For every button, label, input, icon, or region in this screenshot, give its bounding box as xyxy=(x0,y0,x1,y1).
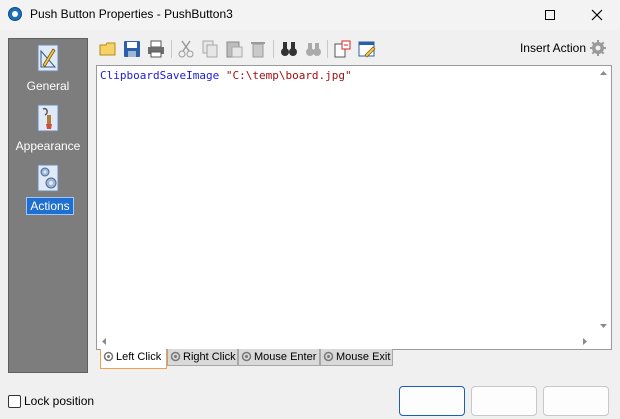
paintbrush-icon xyxy=(37,104,59,132)
close-icon xyxy=(591,9,603,21)
sidebar-item-general[interactable]: General xyxy=(9,43,87,99)
title-bar: Push Button Properties - PushButton3 xyxy=(0,0,620,30)
action-keyword: ClipboardSaveImage xyxy=(100,69,220,82)
gear-icon xyxy=(170,351,181,362)
tab-label: Mouse Enter xyxy=(254,351,317,363)
checkbox-box[interactable] xyxy=(8,395,21,408)
ok-button[interactable] xyxy=(399,386,465,416)
save-icon[interactable] xyxy=(122,39,142,59)
gear-icon xyxy=(241,351,252,362)
sidebar-item-appearance[interactable]: Appearance xyxy=(9,103,87,159)
insert-action-button[interactable]: Insert Action xyxy=(520,41,586,55)
tab-left-click[interactable]: Left Click xyxy=(100,349,167,369)
toolbar-separator xyxy=(327,40,328,58)
horizontal-scrollbar[interactable] xyxy=(97,334,596,349)
event-tabs: Left Click Right Click Mouse Enter Mouse… xyxy=(100,349,420,369)
delete-icon[interactable] xyxy=(248,39,268,59)
vertical-scrollbar[interactable] xyxy=(596,66,611,334)
cancel-button[interactable] xyxy=(471,386,537,416)
app-icon xyxy=(8,7,22,21)
pencil-ruler-icon xyxy=(37,44,59,72)
tab-label: Left Click xyxy=(116,351,162,363)
open-folder-icon[interactable] xyxy=(98,39,118,59)
sidebar-item-label: Actions xyxy=(26,197,74,215)
toolbar-separator xyxy=(171,40,172,58)
toolbar-separator xyxy=(273,40,274,58)
paste-icon[interactable] xyxy=(224,39,244,59)
action-argument: "C:\temp\board.jpg" xyxy=(225,69,352,82)
tab-label: Right Click xyxy=(183,351,236,363)
gears-icon xyxy=(37,164,59,192)
tab-mouse-enter[interactable]: Mouse Enter xyxy=(238,349,320,366)
window-title: Push Button Properties - PushButton3 xyxy=(30,7,233,21)
copy-icon[interactable] xyxy=(200,39,220,59)
cut-icon[interactable] xyxy=(176,39,196,59)
gear-icon xyxy=(103,351,114,362)
script-line: ClipboardSaveImage "C:\temp\board.jpg" xyxy=(100,69,352,82)
tab-mouse-exit[interactable]: Mouse Exit xyxy=(320,349,393,366)
tab-label: Mouse Exit xyxy=(336,351,391,363)
sidebar-item-label: General xyxy=(26,79,70,93)
tab-right-click[interactable]: Right Click xyxy=(167,349,238,366)
print-icon[interactable] xyxy=(146,39,166,59)
replace-icon[interactable] xyxy=(303,39,323,59)
edit-icon[interactable] xyxy=(357,39,377,59)
gear-icon xyxy=(323,351,334,362)
sidebar: General Appearance Actions xyxy=(8,38,88,373)
sidebar-item-label: Appearance xyxy=(15,139,81,153)
sidebar-item-actions[interactable]: Actions xyxy=(9,163,87,219)
help-button[interactable] xyxy=(543,386,609,416)
maximize-button[interactable] xyxy=(527,0,573,30)
insert-icon[interactable] xyxy=(333,39,353,59)
toolbar: Insert Action xyxy=(96,37,612,61)
find-icon[interactable] xyxy=(279,39,299,59)
script-editor[interactable]: ClipboardSaveImage "C:\temp\board.jpg" xyxy=(96,65,612,350)
close-button[interactable] xyxy=(574,0,620,30)
gear-icon[interactable] xyxy=(590,40,606,56)
maximize-icon xyxy=(545,10,555,20)
lock-position-label: Lock position xyxy=(24,394,95,408)
